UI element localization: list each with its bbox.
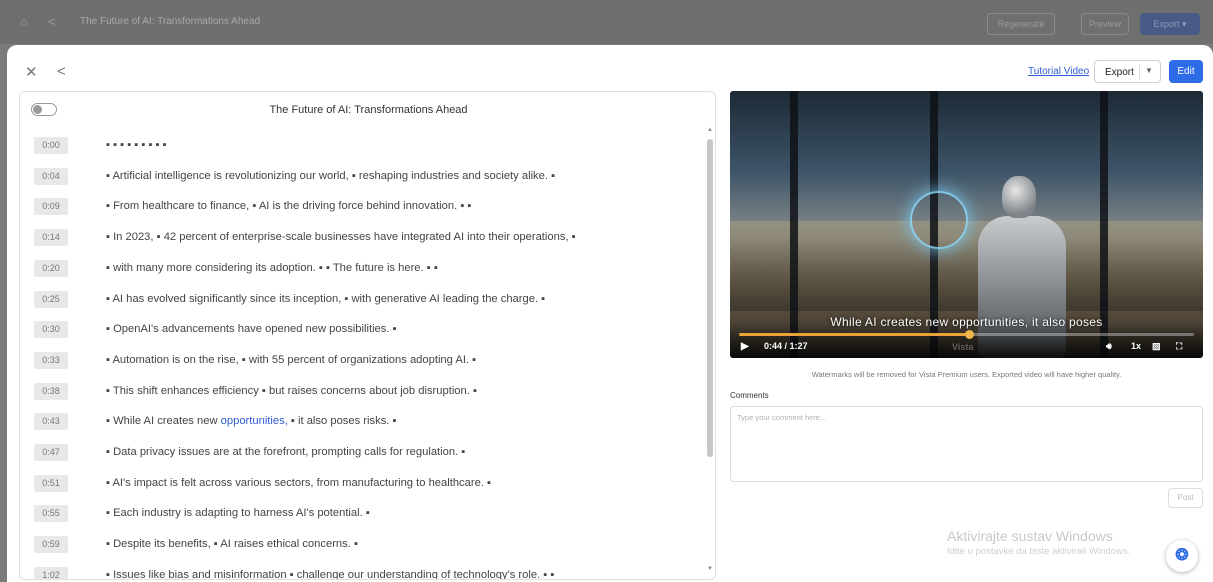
transcript-text[interactable]: ▪ While AI creates new opportunities, ▪ … bbox=[106, 415, 396, 427]
timestamp-badge[interactable]: 0:09 bbox=[34, 198, 68, 216]
transcript-row[interactable]: 1:02 ▪ Issues like bias and misinformatio… bbox=[20, 564, 705, 579]
transcript-row[interactable]: 0:09 ▪ From healthcare to finance, ▪ AI i… bbox=[20, 195, 705, 219]
transcript-text[interactable]: ▪ ▪ ▪ ▪ ▪ ▪ ▪ ▪ ▪ bbox=[106, 139, 167, 151]
highlighted-word[interactable]: opportunities, bbox=[221, 415, 288, 427]
transcript-row[interactable]: 0:59 ▪ Despite its benefits, ▪ AI raises … bbox=[20, 533, 705, 557]
city-background bbox=[730, 221, 1203, 311]
scrollbar-thumb[interactable] bbox=[707, 139, 713, 457]
timestamp-badge[interactable]: 0:00 bbox=[34, 137, 68, 154]
robot-head bbox=[1002, 176, 1036, 218]
transcript-row[interactable]: 0:30 ▪ OpenAI's advancements have opened … bbox=[20, 318, 705, 342]
scroll-down-icon[interactable]: ▼ bbox=[707, 566, 713, 572]
transcript-text[interactable]: ▪ This shift enhances efficiency ▪ but r… bbox=[106, 385, 477, 397]
share-icon[interactable]: < bbox=[48, 14, 56, 29]
transcript-text[interactable]: ▪ OpenAI's advancements have opened new … bbox=[106, 323, 397, 335]
transcript-row[interactable]: 0:14 ▪ In 2023, ▪ 42 percent of enterpris… bbox=[20, 226, 705, 250]
transcript-title: The Future of AI: Transformations Ahead bbox=[269, 104, 468, 116]
transcript-text[interactable]: ▪ Artificial intelligence is revolutioni… bbox=[106, 170, 555, 182]
help-chat-icon[interactable]: ❂ bbox=[1166, 540, 1198, 572]
transcript-text[interactable]: ▪ AI's impact is felt across various sec… bbox=[106, 477, 491, 489]
timestamp-badge[interactable]: 0:33 bbox=[34, 351, 68, 369]
timestamp-badge[interactable]: 0:14 bbox=[34, 229, 68, 247]
volume-icon[interactable]: 🔊︎ bbox=[1106, 341, 1112, 352]
fullscreen-icon[interactable]: ⛶ bbox=[1176, 341, 1182, 352]
speed-button[interactable]: 1x bbox=[1131, 341, 1141, 351]
background-export-button[interactable]: Export ▾ bbox=[1140, 13, 1200, 35]
preview-button[interactable]: Preview bbox=[1081, 13, 1129, 35]
video-time: 0:44 / 1:27 bbox=[764, 341, 808, 351]
comment-input[interactable] bbox=[730, 406, 1203, 482]
timestamp-badge[interactable]: 0:51 bbox=[34, 474, 68, 492]
transcript-row[interactable]: 0:47 ▪ Data privacy issues are at the for… bbox=[20, 441, 705, 465]
windows-activation-title: Aktivirajte sustav Windows bbox=[947, 528, 1113, 544]
transcript-row[interactable]: 0:20 ▪ with many more considering its ado… bbox=[20, 257, 705, 281]
close-icon[interactable]: ✕ bbox=[25, 63, 38, 81]
timestamp-badge[interactable]: 0:47 bbox=[34, 444, 68, 461]
transcript-row[interactable]: 0:51 ▪ AI's impact is felt across various… bbox=[20, 472, 705, 496]
tutorial-video-link[interactable]: Tutorial Video bbox=[1028, 66, 1089, 77]
transcript-scrollbar[interactable]: ▲ ▼ bbox=[705, 125, 715, 577]
video-player[interactable]: While AI creates new opportunities, it a… bbox=[730, 91, 1203, 358]
transcript-text[interactable]: ▪ Data privacy issues are at the forefro… bbox=[106, 446, 465, 458]
transcript-row[interactable]: 0:43 ▪ While AI creates new opportunities… bbox=[20, 410, 705, 434]
chevron-down-icon[interactable]: ▼ bbox=[1145, 66, 1153, 75]
progress-fill bbox=[739, 333, 970, 336]
comments-label: Comments bbox=[730, 391, 769, 400]
home-icon[interactable]: ⌂ bbox=[20, 14, 28, 29]
transcript-text[interactable]: ▪ Automation is on the rise, ▪ with 55 p… bbox=[106, 354, 476, 366]
transcript-text[interactable]: ▪ In 2023, ▪ 42 percent of enterprise-sc… bbox=[106, 231, 576, 243]
transcript-text[interactable]: ▪ AI has evolved significantly since its… bbox=[106, 293, 545, 305]
timestamp-badge[interactable]: 0:20 bbox=[34, 259, 68, 277]
regenerate-button[interactable]: Regenerate bbox=[987, 13, 1055, 35]
share-icon[interactable]: < bbox=[57, 63, 66, 80]
captions-off-icon[interactable]: ▨ bbox=[1152, 341, 1161, 352]
transcript-row[interactable]: 0:33 ▪ Automation is on the rise, ▪ with … bbox=[20, 349, 705, 373]
transcript-panel: The Future of AI: Transformations Ahead … bbox=[19, 91, 716, 580]
transcript-text[interactable]: ▪ with many more considering its adoptio… bbox=[106, 262, 438, 274]
background-header: ⌂ < The Future of AI: Transformations Ah… bbox=[0, 0, 1213, 44]
transcript-text-before: ▪ While AI creates new bbox=[106, 415, 221, 428]
export-dropdown[interactable]: Export ▼ bbox=[1094, 60, 1161, 83]
timestamp-badge[interactable]: 0:59 bbox=[34, 536, 68, 554]
edit-button[interactable]: Edit bbox=[1169, 60, 1203, 83]
timestamp-badge[interactable]: 1:02 bbox=[34, 566, 68, 579]
progress-bar[interactable] bbox=[739, 330, 1194, 339]
transcript-row[interactable]: 0:04 ▪ Artificial intelligence is revolut… bbox=[20, 165, 705, 189]
background-title: The Future of AI: Transformations Ahead bbox=[80, 16, 261, 27]
transcript-row[interactable]: 0:25 ▪ AI has evolved significantly since… bbox=[20, 288, 705, 312]
timestamp-badge[interactable]: 0:55 bbox=[34, 505, 68, 523]
vista-watermark: Vista bbox=[952, 342, 974, 352]
transcript-row[interactable]: 0:55 ▪ Each industry is adapting to harne… bbox=[20, 502, 705, 526]
export-label: Export bbox=[1105, 67, 1134, 78]
transcript-text-after: ▪ it also poses risks. ▪ bbox=[287, 415, 397, 428]
timestamp-badge[interactable]: 0:43 bbox=[34, 413, 68, 431]
hologram-graphic bbox=[910, 191, 968, 249]
transcript-text[interactable]: ▪ Despite its benefits, ▪ AI raises ethi… bbox=[106, 538, 358, 550]
play-icon[interactable]: ▶ bbox=[741, 341, 749, 352]
timestamp-badge[interactable]: 0:30 bbox=[34, 321, 68, 339]
watermark-note: Watermarks will be removed for Vista Pre… bbox=[811, 370, 1122, 379]
timestamp-badge[interactable]: 0:38 bbox=[34, 382, 68, 400]
transcript-row[interactable]: 0:00 ▪ ▪ ▪ ▪ ▪ ▪ ▪ ▪ ▪ bbox=[20, 134, 705, 158]
transcript-text[interactable]: ▪ From healthcare to finance, ▪ AI is th… bbox=[106, 200, 471, 212]
transcript-row[interactable]: 0:38 ▪ This shift enhances efficiency ▪ b… bbox=[20, 380, 705, 404]
scroll-up-icon[interactable]: ▲ bbox=[707, 127, 713, 133]
transcript-text[interactable]: ▪ Issues like bias and misinformation ▪ … bbox=[106, 569, 554, 579]
timestamp-badge[interactable]: 0:04 bbox=[34, 167, 68, 185]
post-button[interactable]: Post bbox=[1168, 488, 1203, 508]
timestamp-badge[interactable]: 0:25 bbox=[34, 290, 68, 308]
transcript-text[interactable]: ▪ Each industry is adapting to harness A… bbox=[106, 507, 370, 519]
windows-activation-subtitle: Idite u postavke da biste aktivirali Win… bbox=[947, 546, 1131, 557]
